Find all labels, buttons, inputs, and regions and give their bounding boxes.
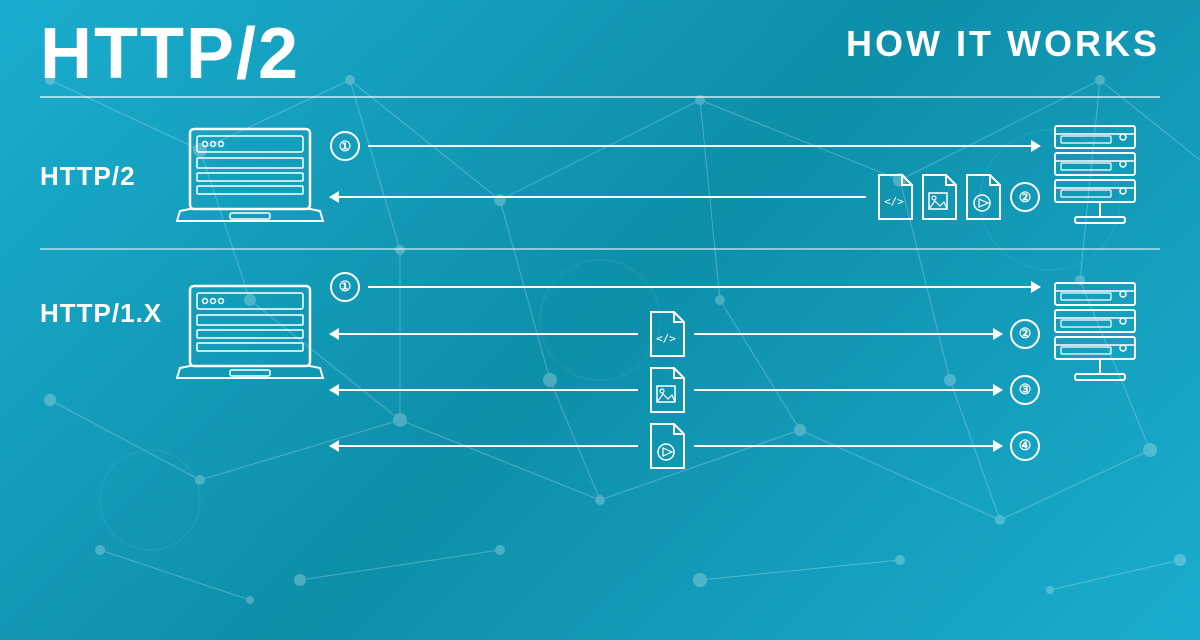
subtitle: HOW IT WORKS [846, 26, 1160, 62]
http1x-server-icon [1040, 268, 1160, 388]
http1x-label: HTTP/1.X [40, 268, 170, 329]
http2-laptop-icon [170, 121, 330, 231]
main-title: HTTP/2 [40, 18, 300, 90]
http2-step2-badge: ② [1010, 182, 1040, 212]
http2-section: HTTP/2 [40, 102, 1160, 246]
http2-arrow-area: ① </> [330, 116, 1040, 236]
http2-server-icon [1040, 121, 1160, 231]
http1x-step4-badge: ④ [1010, 431, 1040, 461]
http2-label: HTTP/2 [40, 161, 170, 192]
http1x-step1-badge: ① [330, 272, 360, 302]
svg-text:</>: </> [656, 332, 676, 345]
http1x-section: HTTP/1.X ① [40, 252, 1160, 478]
svg-text:</>: </> [884, 195, 904, 208]
http1x-arrow-area: ① </> ② [330, 268, 1040, 470]
section-divider [40, 248, 1160, 250]
main-content: HTTP/2 HOW IT WORKS HTTP/2 [0, 0, 1200, 640]
http1x-step3-badge: ③ [1010, 375, 1040, 405]
http1x-laptop-icon [170, 268, 330, 388]
http2-step1-badge: ① [330, 131, 360, 161]
header-divider [40, 96, 1160, 98]
http2-response-files: </> [874, 173, 1002, 221]
header: HTTP/2 HOW IT WORKS [40, 18, 1160, 90]
http1x-step2-badge: ② [1010, 319, 1040, 349]
